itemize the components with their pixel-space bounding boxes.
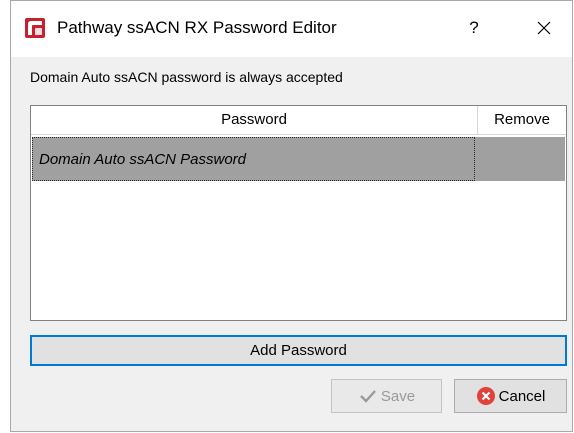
pathway-logo-icon <box>25 18 45 38</box>
add-password-button[interactable]: Add Password <box>30 335 567 366</box>
help-button[interactable]: ? <box>459 15 489 41</box>
info-label: Domain Auto ssACN password is always acc… <box>30 69 343 85</box>
close-button[interactable] <box>529 15 559 41</box>
password-editor-dialog: Pathway ssACN RX Password Editor ? Domai… <box>10 0 573 432</box>
close-icon <box>537 21 551 35</box>
table-row[interactable]: Domain Auto ssACN Password <box>32 137 565 181</box>
window-title: Pathway ssACN RX Password Editor <box>57 18 337 37</box>
table-header: Password Remove <box>31 106 566 135</box>
remove-cell[interactable] <box>479 137 565 181</box>
save-button[interactable]: Save <box>331 379 442 413</box>
password-table: Password Remove Domain Auto ssACN Passwo… <box>30 105 567 321</box>
cancel-button[interactable]: Cancel <box>454 379 567 413</box>
password-cell[interactable]: Domain Auto ssACN Password <box>32 137 475 181</box>
checkmark-icon <box>360 390 376 403</box>
column-header-remove[interactable]: Remove <box>478 106 566 134</box>
cancel-label: Cancel <box>498 387 546 405</box>
column-header-password[interactable]: Password <box>31 106 478 134</box>
title-bar: Pathway ssACN RX Password Editor ? <box>11 1 572 57</box>
save-label: Save <box>380 387 416 405</box>
cancel-x-icon <box>476 387 495 405</box>
